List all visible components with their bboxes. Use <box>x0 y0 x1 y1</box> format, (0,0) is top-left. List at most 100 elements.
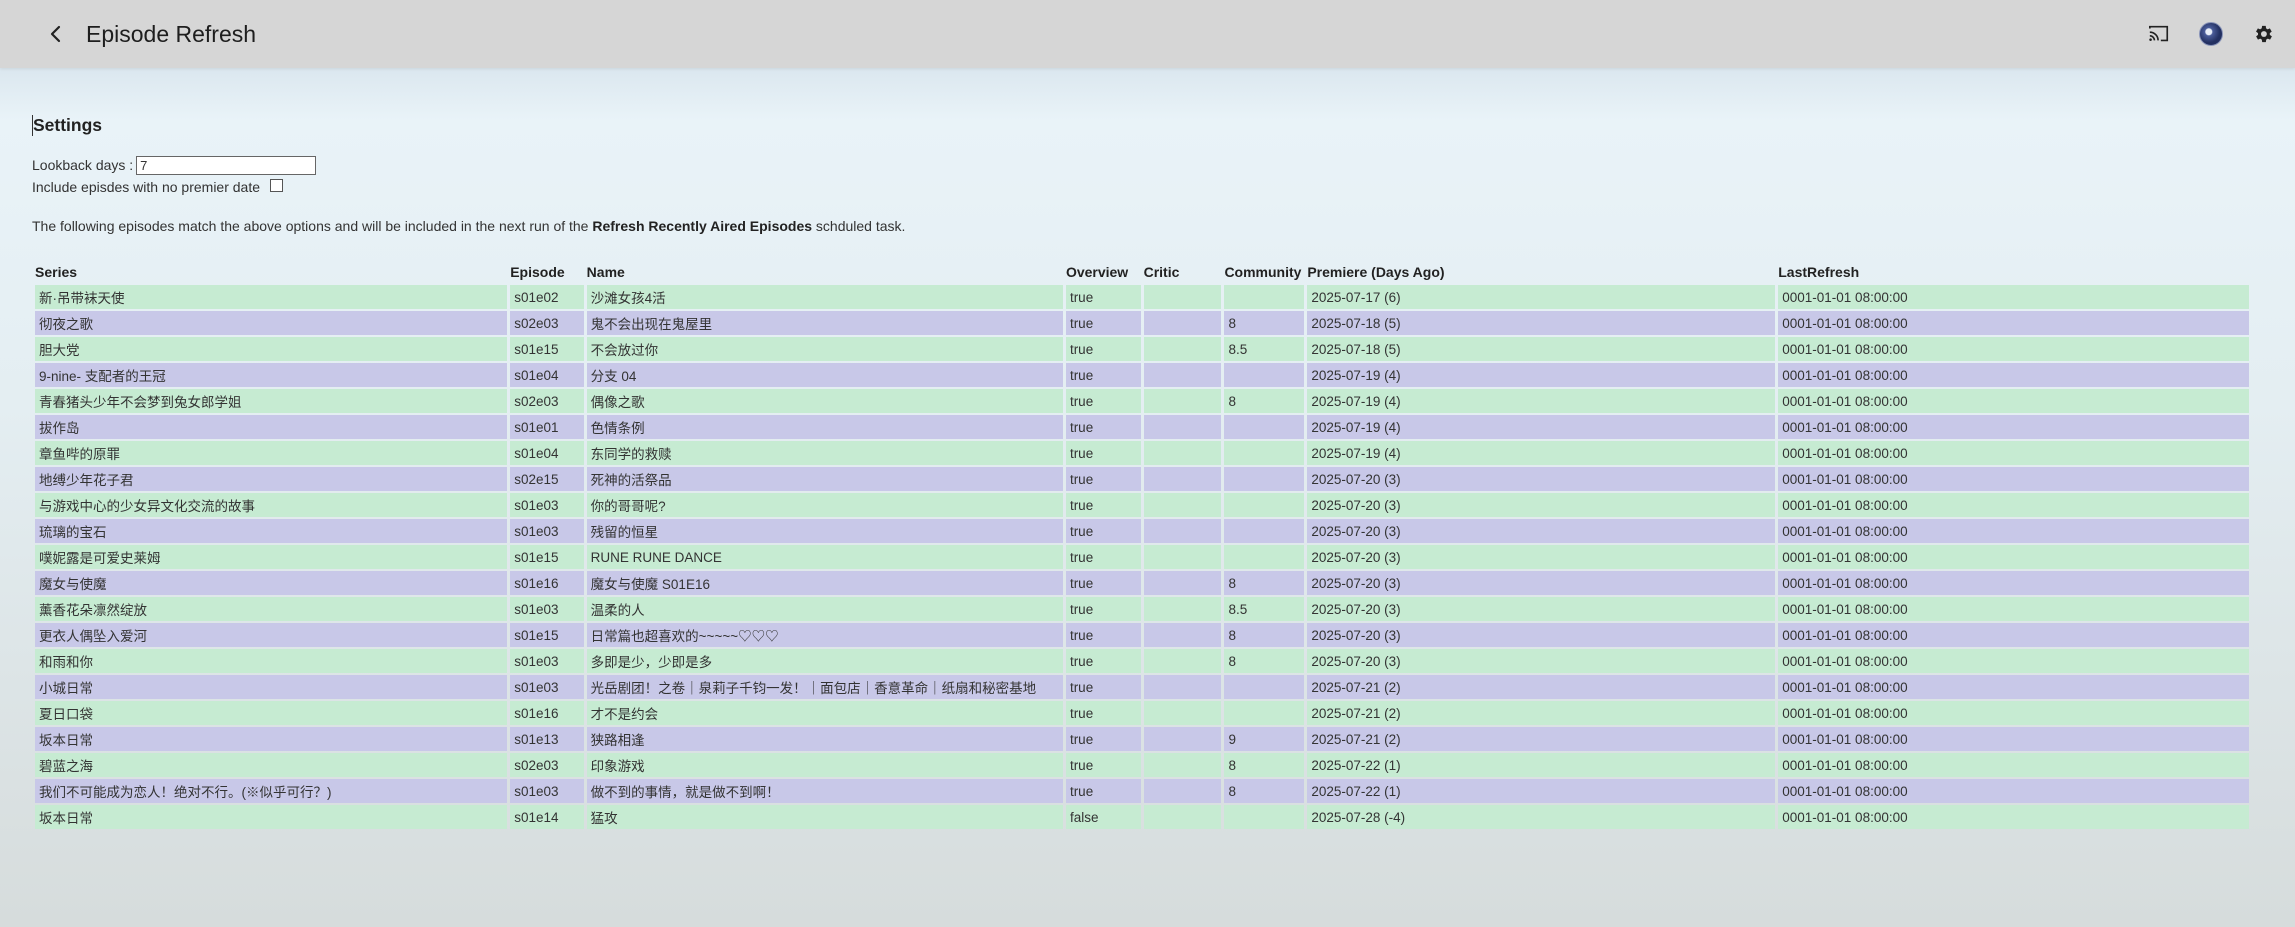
cell-community: 8 <box>1224 389 1305 413</box>
cell-series: 胆大党 <box>35 337 508 361</box>
table-header-row: Series Episode Name Overview Critic Comm… <box>35 262 2249 283</box>
cell-overview: true <box>1065 441 1141 465</box>
table-row[interactable]: 章鱼哔的原罪 s01e04 东同学的救赎 true 2025-07-19 (4) 0001… <box>35 441 2249 465</box>
cell-episode: s01e03 <box>510 779 584 803</box>
cell-premiere: 2025-07-28 (-4) <box>1307 805 1776 829</box>
cell-premiere: 2025-07-21 (2) <box>1307 701 1776 725</box>
cell-overview: true <box>1065 363 1141 387</box>
column-header-name[interactable]: Name <box>587 262 1063 283</box>
cell-community: 8 <box>1224 311 1305 335</box>
table-row[interactable]: 胆大党 s01e15 不会放过你 true 8.5 2025-07-18 (5) 0001-… <box>35 337 2249 361</box>
cast-icon <box>2149 25 2169 42</box>
cell-critic <box>1143 311 1222 335</box>
settings-button[interactable] <box>2243 14 2283 54</box>
column-header-critic[interactable]: Critic <box>1144 262 1222 283</box>
cell-community <box>1224 415 1305 439</box>
column-header-series[interactable]: Series <box>35 262 507 283</box>
cell-lastrefresh: 0001-01-01 08:00:00 <box>1778 389 2249 413</box>
table-row[interactable]: 碧蓝之海 s02e03 印象游戏 true 8 2025-07-22 (1) 0001-01… <box>35 753 2249 777</box>
cell-lastrefresh: 0001-01-01 08:00:00 <box>1778 727 2249 751</box>
cell-episode: s01e14 <box>510 805 584 829</box>
cell-episode: s01e13 <box>510 727 584 751</box>
table-row[interactable]: 和雨和你 s01e03 多即是少，少即是多 true 8 2025-07-20 (3) 00… <box>35 649 2249 673</box>
table-row[interactable]: 琉璃的宝石 s01e03 残留的恒星 true 2025-07-20 (3) 0001-0… <box>35 519 2249 543</box>
include-no-premiere-checkbox[interactable] <box>270 178 284 192</box>
table-row[interactable]: 彻夜之歌 s02e03 鬼不会出现在鬼屋里 true 8 2025-07-18 (5) 00… <box>35 311 2249 335</box>
cell-community <box>1224 493 1305 517</box>
column-header-episode[interactable]: Episode <box>510 262 583 283</box>
cell-premiere: 2025-07-18 (5) <box>1307 311 1776 335</box>
cell-series: 薰香花朵凛然绽放 <box>35 597 508 621</box>
cell-lastrefresh: 0001-01-01 08:00:00 <box>1778 493 2249 517</box>
cell-name: 偶像之歌 <box>586 389 1063 413</box>
cell-premiere: 2025-07-19 (4) <box>1307 389 1776 413</box>
table-row[interactable]: 坂本日常 s01e13 狭路相逢 true 9 2025-07-21 (2) 0001-01… <box>35 727 2249 751</box>
table-row[interactable]: 魔女与使魔 s01e16 魔女与使魔 S01E16 true 8 2025-07-20 (… <box>35 571 2249 595</box>
cast-button[interactable] <box>2139 14 2179 54</box>
avatar <box>2199 22 2223 46</box>
chevron-left-icon <box>50 25 61 43</box>
cell-lastrefresh: 0001-01-01 08:00:00 <box>1778 701 2249 725</box>
cell-lastrefresh: 0001-01-01 08:00:00 <box>1778 753 2249 777</box>
column-header-community[interactable]: Community <box>1224 262 1304 283</box>
table-row[interactable]: 与游戏中心的少女异文化交流的故事 s01e03 你的哥哥呢? true 2025-07-… <box>35 493 2249 517</box>
cell-lastrefresh: 0001-01-01 08:00:00 <box>1778 623 2249 647</box>
cell-series: 我们不可能成为恋人！绝对不行。(※似乎可行？) <box>35 779 508 803</box>
cell-premiere: 2025-07-21 (2) <box>1307 727 1776 751</box>
cell-lastrefresh: 0001-01-01 08:00:00 <box>1778 337 2249 361</box>
cell-premiere: 2025-07-22 (1) <box>1307 753 1776 777</box>
cell-critic <box>1143 623 1222 647</box>
back-button[interactable] <box>36 14 76 54</box>
info-suffix: schduled task. <box>812 218 906 234</box>
cell-lastrefresh: 0001-01-01 08:00:00 <box>1778 545 2249 569</box>
cell-community <box>1224 519 1305 543</box>
cell-episode: s01e03 <box>510 675 584 699</box>
cell-series: 琉璃的宝石 <box>35 519 508 543</box>
cell-premiere: 2025-07-19 (4) <box>1307 363 1776 387</box>
table-row[interactable]: 噗妮露是可爱史莱姆 s01e15 RUNE RUNE DANCE true 2025-0… <box>35 545 2249 569</box>
cell-critic <box>1143 363 1222 387</box>
cell-critic <box>1143 727 1222 751</box>
cell-community <box>1224 805 1305 829</box>
cell-overview: true <box>1065 675 1141 699</box>
cell-name: 猛攻 <box>586 805 1063 829</box>
cell-community: 8 <box>1224 753 1305 777</box>
table-row[interactable]: 更衣人偶坠入爱河 s01e15 日常篇也超喜欢的~~~~~♡♡♡ true 8 2025-… <box>35 623 2249 647</box>
info-prefix: The following episodes match the above o… <box>32 218 593 234</box>
table-row[interactable]: 夏日口袋 s01e16 才不是约会 true 2025-07-21 (2) 0001-01… <box>35 701 2249 725</box>
cell-series: 地缚少年花子君 <box>35 467 508 491</box>
cell-lastrefresh: 0001-01-01 08:00:00 <box>1778 519 2249 543</box>
cell-name: 温柔的人 <box>586 597 1063 621</box>
column-header-premiere[interactable]: Premiere (Days Ago) <box>1307 262 1775 283</box>
app-header: Episode Refresh <box>0 0 2295 68</box>
cell-overview: true <box>1065 779 1141 803</box>
cell-series: 章鱼哔的原罪 <box>35 441 508 465</box>
cell-lastrefresh: 0001-01-01 08:00:00 <box>1778 597 2249 621</box>
cell-critic <box>1143 285 1222 309</box>
table-row[interactable]: 拔作岛 s01e01 色情条例 true 2025-07-19 (4) 0001-01-0… <box>35 415 2249 439</box>
cell-community: 8.5 <box>1224 337 1305 361</box>
table-row[interactable]: 小城日常 s01e03 光岳剧团！之卷｜泉莉子千钧一发！｜面包店｜香意革命｜纸扇和秘… <box>35 675 2249 699</box>
cell-premiere: 2025-07-17 (6) <box>1307 285 1776 309</box>
table-row[interactable]: 9-nine- 支配者的王冠 s01e04 分支 04 true 2025-07-19 … <box>35 363 2249 387</box>
table-row[interactable]: 青春猪头少年不会梦到兔女郎学姐 s02e03 偶像之歌 true 8 2025-07-19… <box>35 389 2249 413</box>
cell-episode: s01e04 <box>510 441 584 465</box>
cell-premiere: 2025-07-20 (3) <box>1307 623 1776 647</box>
table-row[interactable]: 我们不可能成为恋人！绝对不行。(※似乎可行？) s01e03 做不到的事情，就是做不… <box>35 779 2249 803</box>
cell-overview: true <box>1065 727 1141 751</box>
lookback-days-input[interactable] <box>136 155 317 175</box>
cell-name: 才不是约会 <box>586 701 1063 725</box>
column-header-lastrefresh[interactable]: LastRefresh <box>1778 262 2249 283</box>
table-row[interactable]: 新·吊带袜天使 s01e02 沙滩女孩4活 true 2025-07-17 (6) 000… <box>35 285 2249 309</box>
cell-premiere: 2025-07-20 (3) <box>1307 649 1776 673</box>
info-text: The following episodes match the above o… <box>32 218 2252 234</box>
cell-episode: s01e15 <box>510 545 584 569</box>
cell-community: 8 <box>1224 623 1305 647</box>
table-row[interactable]: 薰香花朵凛然绽放 s01e03 温柔的人 true 8.5 2025-07-20 (3) 0… <box>35 597 2249 621</box>
table-row[interactable]: 坂本日常 s01e14 猛攻 false 2025-07-28 (-4) 0001-01-… <box>35 805 2249 829</box>
cell-premiere: 2025-07-19 (4) <box>1307 441 1776 465</box>
table-row[interactable]: 地缚少年花子君 s02e15 死神的活祭品 true 2025-07-20 (3) 000… <box>35 467 2249 491</box>
user-avatar-button[interactable] <box>2191 14 2231 54</box>
cell-name: 做不到的事情，就是做不到啊！ <box>586 779 1063 803</box>
column-header-overview[interactable]: Overview <box>1066 262 1141 283</box>
